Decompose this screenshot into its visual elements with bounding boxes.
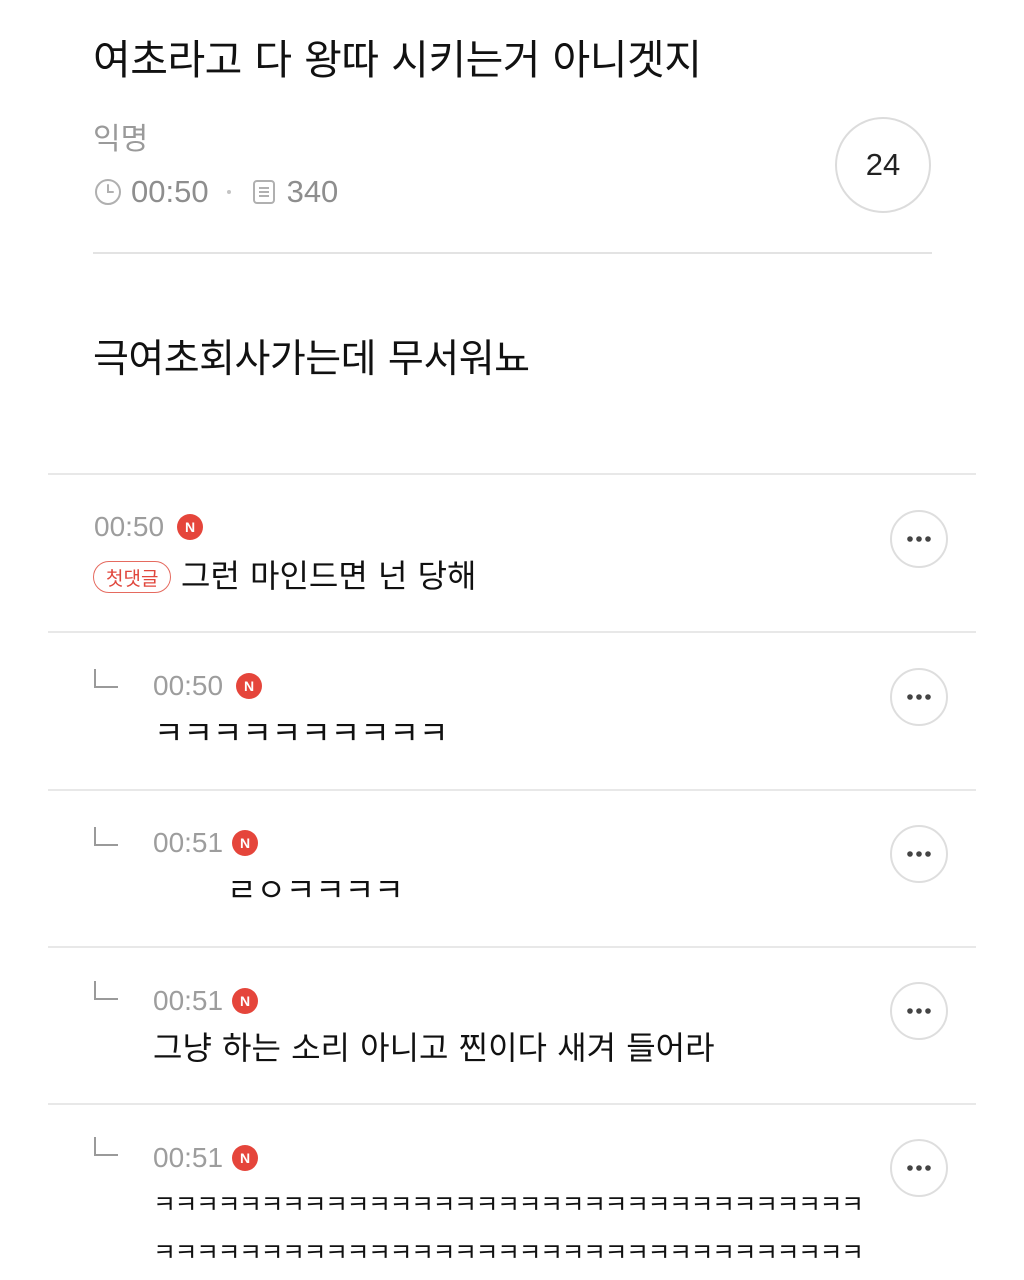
post-body: 극여초회사가는데 무서워뇨 xyxy=(93,337,530,382)
reply-item: 00:51 N ㅋㅋㅋㅋㅋㅋㅋㅋㅋㅋㅋㅋㅋㅋㅋㅋㅋㅋㅋㅋㅋㅋㅋㅋㅋㅋㅋㅋㅋㅋㅋㅋ… xyxy=(0,1105,1024,1280)
reply-arrow-icon xyxy=(93,826,119,848)
new-badge-icon: N xyxy=(232,830,258,856)
post-time: 00:50 xyxy=(131,174,209,209)
clock-icon xyxy=(93,177,123,207)
comment-time: 00:50 xyxy=(94,511,165,542)
more-options-button[interactable] xyxy=(890,825,948,883)
comment-text-line: ㅋㅋㅋㅋㅋㅋㅋㅋㅋㅋㅋㅋㅋㅋㅋㅋㅋㅋㅋㅋㅋㅋㅋㅋㅋㅋㅋㅋㅋㅋㅋㅋㅋ xyxy=(153,1190,864,1219)
new-badge-icon: N xyxy=(236,673,262,699)
new-badge-icon: N xyxy=(232,1145,258,1171)
comment-text-line: ㅋㅋㅋㅋㅋㅋㅋㅋㅋㅋㅋㅋㅋㅋㅋㅋㅋㅋㅋㅋㅋㅋㅋㅋㅋㅋㅋㅋㅋㅋㅋㅋㅋ xyxy=(153,1238,864,1267)
more-dots-icon xyxy=(907,1165,931,1171)
reply-arrow-icon xyxy=(93,1136,119,1158)
reply-item: 00:51 N 그냥 하는 소리 아니고 찐이다 새겨 들어라 xyxy=(0,948,1024,1104)
new-badge-icon: N xyxy=(177,514,203,540)
comment-text: 그런 마인드면 넌 당해 xyxy=(181,557,477,595)
first-comment-badge: 첫댓글 xyxy=(93,561,172,593)
comment-item: 00:50 N 첫댓글 그런 마인드면 넌 당해 xyxy=(0,475,1024,631)
more-dots-icon xyxy=(907,1008,931,1014)
comment-time: 00:50 xyxy=(153,670,224,701)
reply-item: 00:51 N ㄹㅇㅋㅋㅋㅋ xyxy=(0,791,1024,947)
reply-arrow-icon xyxy=(93,668,119,690)
more-options-button[interactable] xyxy=(890,668,948,726)
post-meta: 00:50 340 xyxy=(93,172,338,212)
post-title: 여초라고 다 왕따 시키는거 아니겟지 xyxy=(93,36,702,84)
more-options-button[interactable] xyxy=(890,982,948,1040)
more-options-button[interactable] xyxy=(890,1139,948,1197)
more-dots-icon xyxy=(907,851,931,857)
post-author: 익명 xyxy=(93,122,149,157)
comment-time: 00:51 xyxy=(153,827,224,858)
comment-time: 00:51 xyxy=(153,985,224,1016)
post-views: 340 xyxy=(286,174,339,209)
reply-item: 00:50 N ㅋㅋㅋㅋㅋㅋㅋㅋㅋㅋ xyxy=(0,633,1024,789)
new-badge-icon: N xyxy=(232,988,258,1014)
comment-text: ㅋㅋㅋㅋㅋㅋㅋㅋㅋㅋ xyxy=(154,714,449,752)
reply-arrow-icon xyxy=(93,980,119,1002)
document-icon xyxy=(249,177,279,207)
comment-time: 00:51 xyxy=(153,1142,224,1173)
more-options-button[interactable] xyxy=(890,510,948,568)
comment-text: 그냥 하는 소리 아니고 찐이다 새겨 들어라 xyxy=(153,1029,715,1067)
comment-count-button[interactable]: 24 xyxy=(835,117,931,213)
post-header: 여초라고 다 왕따 시키는거 아니겟지 익명 00:50 340 xyxy=(93,28,932,209)
more-dots-icon xyxy=(907,536,931,542)
header-divider xyxy=(93,252,932,254)
more-dots-icon xyxy=(907,694,931,700)
comment-text: ㄹㅇㅋㅋㅋㅋ xyxy=(227,871,404,909)
meta-separator xyxy=(226,190,231,194)
